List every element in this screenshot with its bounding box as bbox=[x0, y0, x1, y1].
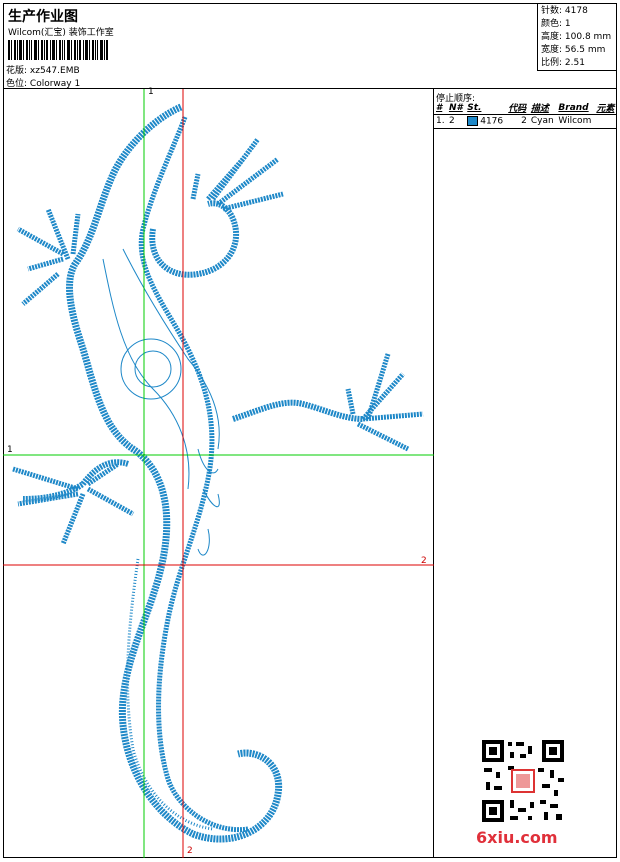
table-row: 1. 2 4176 2 Cyan Wilcom bbox=[434, 115, 617, 128]
col-index: # bbox=[436, 102, 443, 113]
row-needle: 2 bbox=[448, 116, 455, 126]
row-code: 2 bbox=[521, 116, 527, 126]
stat-width: 宽度: 56.5 mm bbox=[541, 45, 606, 55]
header-panel: 生产作业图 Wilcom(汇宝) 装饰工作室 花版: xz547.EMB 色位: bbox=[3, 3, 617, 89]
stat-height: 高度: 100.8 mm bbox=[541, 32, 612, 42]
col-brand: Brand bbox=[558, 102, 589, 113]
stop-sequence-table: # N# St. 代码 描述 Brand 元素 1. 2 4176 2 Cyan… bbox=[434, 101, 617, 127]
page-title: 生产作业图 bbox=[8, 9, 78, 25]
colorway-label: 色位: bbox=[6, 79, 28, 89]
col-code: 代码 bbox=[508, 104, 527, 114]
col-stitches: St. bbox=[467, 102, 482, 113]
stat-colors: 颜色: 1 bbox=[541, 19, 571, 29]
row-brand: Wilcom bbox=[558, 116, 592, 126]
design-file-line: 花版: xz547.EMB bbox=[6, 63, 80, 76]
gecko-body bbox=[12, 103, 424, 843]
row-index: 1. bbox=[436, 116, 445, 126]
grid-label-left: 1 bbox=[7, 445, 13, 455]
gecko-embroidery bbox=[3, 89, 434, 858]
col-desc: 描述 bbox=[530, 104, 549, 114]
colorway-value: Colorway 1 bbox=[29, 79, 81, 89]
col-element: 元素 bbox=[596, 104, 615, 114]
stat-stitches: 针数: 4178 bbox=[541, 6, 588, 16]
stats-panel: 针数: 4178 颜色: 1 高度: 100.8 mm 宽度: 56.5 mm … bbox=[537, 3, 617, 71]
row-stitches: 4176 bbox=[465, 115, 506, 128]
table-header-row: # N# St. 代码 描述 Brand 元素 bbox=[434, 101, 617, 115]
design-file-value: xz547.EMB bbox=[29, 66, 80, 76]
col-needle: N# bbox=[448, 102, 463, 113]
colorway-line: 色位: Colorway 1 bbox=[6, 76, 80, 89]
grid-label-right: 2 bbox=[421, 556, 427, 566]
grid-label-top: 1 bbox=[148, 87, 154, 97]
grid-label-bottom: 2 bbox=[187, 846, 193, 856]
design-file-label: 花版: bbox=[6, 66, 28, 76]
color-swatch-icon bbox=[467, 115, 479, 126]
barcode-icon bbox=[8, 40, 108, 60]
row-desc: Cyan bbox=[530, 116, 554, 126]
watermark-site: 6xiu.com bbox=[476, 828, 558, 847]
qr-code-icon bbox=[480, 738, 566, 824]
table-divider bbox=[434, 128, 617, 129]
row-element bbox=[594, 115, 617, 128]
design-area: 1 1 2 2 bbox=[3, 87, 434, 858]
studio-subtitle: Wilcom(汇宝) 装饰工作室 bbox=[8, 28, 114, 38]
stat-ratio: 比例: 2.51 bbox=[541, 58, 585, 68]
